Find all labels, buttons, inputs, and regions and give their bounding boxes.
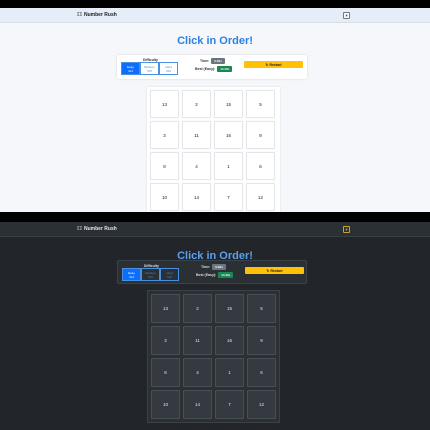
number-tile[interactable]: 14 <box>182 183 211 211</box>
difficulty-hard-size: 6x6 <box>166 69 171 73</box>
number-tile[interactable]: 4 <box>183 358 212 387</box>
time-stat: Time: 0.00s <box>200 58 225 64</box>
number-tile[interactable]: 15 <box>215 294 244 323</box>
best-value-badge: 14.46s <box>217 66 233 72</box>
difficulty-medium-size: 5x5 <box>148 275 153 279</box>
brand-name: Number Rush <box>84 226 117 232</box>
theme-toggle-button[interactable]: ☀ <box>343 11 350 19</box>
dark-theme-panel: Number Rush ☀ Click in Order! Difficulty… <box>0 216 430 430</box>
difficulty-hard-button[interactable]: Hard 6x6 <box>159 62 178 75</box>
number-tile[interactable]: 11 <box>182 121 211 149</box>
number-tile[interactable]: 5 <box>246 90 275 118</box>
best-label: Best (Easy): <box>196 273 217 277</box>
number-tile[interactable]: 12 <box>246 183 275 211</box>
difficulty-easy-size: 4x4 <box>128 69 133 73</box>
page-frame: Number Rush ☀ Click in Order! Difficulty… <box>0 8 430 212</box>
difficulty-medium-button[interactable]: Medium 5x5 <box>141 268 160 281</box>
navbar: Number Rush ☀ <box>0 222 430 237</box>
restart-icon: ↻ <box>265 62 269 67</box>
number-tile[interactable]: 16 <box>214 121 243 149</box>
number-tile[interactable]: 7 <box>214 183 243 211</box>
difficulty-easy-button[interactable]: Easy 4x4 <box>121 62 140 75</box>
brand-name: Number Rush <box>84 12 117 18</box>
controls-card: Difficulty Easy 4x4 Medium 5x5 Hard 6x6 … <box>117 55 307 79</box>
difficulty-hard-button[interactable]: Hard 6x6 <box>160 268 179 281</box>
tile-grid: 13 2 15 5 3 11 16 9 8 4 1 6 10 14 7 12 <box>151 294 276 419</box>
grid-icon <box>76 11 83 18</box>
sun-icon: ☀ <box>344 226 349 232</box>
number-tile[interactable]: 2 <box>182 90 211 118</box>
number-tile[interactable]: 4 <box>182 152 211 180</box>
number-tile[interactable]: 6 <box>247 358 276 387</box>
number-tile[interactable]: 10 <box>150 183 179 211</box>
difficulty-easy-button[interactable]: Easy 4x4 <box>122 268 141 281</box>
restart-label: Restart <box>270 268 283 273</box>
page-title: Click in Order! <box>177 35 253 47</box>
light-theme-panel: Number Rush ☀ Click in Order! Difficulty… <box>0 0 430 212</box>
number-tile[interactable]: 13 <box>150 90 179 118</box>
number-tile[interactable]: 6 <box>246 152 275 180</box>
best-stat: Best (Easy): 14.46s <box>195 66 233 72</box>
number-tile[interactable]: 15 <box>214 90 243 118</box>
sun-icon: ☀ <box>344 12 349 18</box>
restart-button[interactable]: ↻ Restart <box>244 61 303 68</box>
tile-grid: 13 2 15 5 3 11 16 9 8 4 1 6 10 14 7 12 <box>150 90 275 211</box>
game-board: 13 2 15 5 3 11 16 9 8 4 1 6 10 14 7 12 <box>147 87 280 212</box>
number-tile[interactable]: 9 <box>246 121 275 149</box>
navbar: Number Rush ☀ <box>0 8 430 23</box>
grid-icon <box>76 225 83 232</box>
time-label: Time: <box>201 265 211 269</box>
page-frame: Number Rush ☀ Click in Order! Difficulty… <box>0 222 430 430</box>
difficulty-group: Easy 4x4 Medium 5x5 Hard 6x6 <box>122 268 179 281</box>
number-tile[interactable]: 3 <box>150 121 179 149</box>
number-tile[interactable]: 8 <box>150 152 179 180</box>
number-tile[interactable]: 13 <box>151 294 180 323</box>
restart-icon: ↻ <box>266 268 270 273</box>
time-stat: Time: 0.00s <box>201 264 226 270</box>
restart-label: Restart <box>269 62 282 67</box>
number-tile[interactable]: 1 <box>214 152 243 180</box>
difficulty-easy-size: 4x4 <box>129 275 134 279</box>
number-tile[interactable]: 14 <box>183 390 212 419</box>
best-label: Best (Easy): <box>195 67 216 71</box>
difficulty-hard-size: 6x6 <box>167 275 172 279</box>
theme-toggle-button[interactable]: ☀ <box>343 225 350 233</box>
brand[interactable]: Number Rush <box>76 225 117 232</box>
restart-button[interactable]: ↻ Restart <box>245 267 304 274</box>
best-stat: Best (Easy): 14.46s <box>196 272 234 278</box>
number-tile[interactable]: 9 <box>247 326 276 355</box>
number-tile[interactable]: 11 <box>183 326 212 355</box>
number-tile[interactable]: 10 <box>151 390 180 419</box>
number-tile[interactable]: 3 <box>151 326 180 355</box>
number-tile[interactable]: 5 <box>247 294 276 323</box>
difficulty-medium-button[interactable]: Medium 5x5 <box>140 62 159 75</box>
time-value-badge: 0.00s <box>211 58 225 64</box>
number-tile[interactable]: 16 <box>215 326 244 355</box>
number-tile[interactable]: 1 <box>215 358 244 387</box>
brand[interactable]: Number Rush <box>76 11 117 18</box>
difficulty-medium-size: 5x5 <box>147 69 152 73</box>
number-tile[interactable]: 8 <box>151 358 180 387</box>
best-value-badge: 14.46s <box>218 272 234 278</box>
game-board: 13 2 15 5 3 11 16 9 8 4 1 6 10 14 7 12 <box>147 290 280 423</box>
difficulty-group: Easy 4x4 Medium 5x5 Hard 6x6 <box>121 62 178 75</box>
number-tile[interactable]: 7 <box>215 390 244 419</box>
number-tile[interactable]: 2 <box>183 294 212 323</box>
time-value-badge: 0.00s <box>212 264 226 270</box>
number-tile[interactable]: 12 <box>247 390 276 419</box>
controls-card: Difficulty Easy 4x4 Medium 5x5 Hard 6x6 … <box>117 260 307 284</box>
time-label: Time: <box>200 59 210 63</box>
